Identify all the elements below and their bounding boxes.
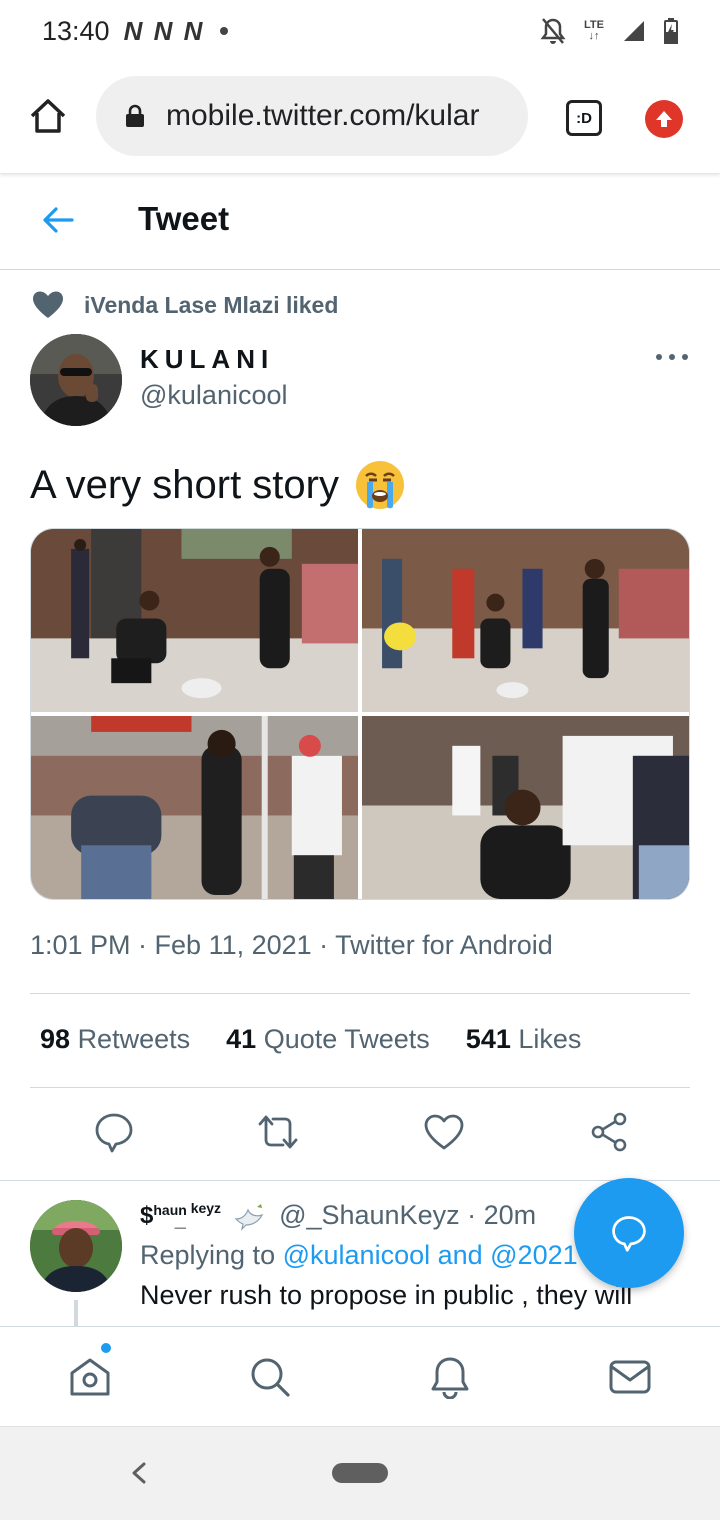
mute-bell-icon (540, 18, 566, 44)
quote-tweets-stat[interactable]: 41 Quote Tweets (226, 1024, 430, 1055)
new-content-dot (101, 1343, 111, 1353)
system-navigation-bar (0, 1426, 720, 1520)
tweet-photo-2[interactable] (362, 529, 689, 712)
share-icon[interactable] (588, 1110, 632, 1154)
retweet-icon[interactable] (256, 1110, 300, 1154)
dove-emoji-icon (234, 1203, 264, 1231)
notifications-nav-icon[interactable] (428, 1355, 472, 1399)
author-avatar[interactable] (30, 334, 122, 426)
replying-to: Replying to @kulanicool and @2021 (140, 1240, 578, 1270)
more-notifications-dot (220, 27, 229, 35)
page-title: Tweet (138, 200, 230, 237)
reply-time: · 20m (467, 1200, 537, 1230)
bottom-navigation (0, 1326, 720, 1426)
notification-indicators: N N N (123, 15, 205, 46)
tweet-actions (30, 1110, 690, 1160)
likes-stat[interactable]: 541 Likes (466, 1024, 582, 1055)
compose-reply-button[interactable] (574, 1178, 684, 1288)
social-context[interactable]: iVenda Lase Mlazi liked (32, 290, 338, 320)
reply-bubble-icon (612, 1216, 646, 1252)
crying-face-emoji-icon (355, 461, 404, 509)
status-bar: 13:40 N N N LTE ↓↑ (0, 0, 720, 62)
back-arrow-icon[interactable] (40, 202, 76, 238)
battery-icon (664, 18, 678, 44)
home-nav-icon[interactable] (68, 1355, 112, 1399)
tweet-photo-4[interactable] (362, 716, 689, 899)
url-text: mobile.twitter.com/kular (166, 99, 480, 132)
tweet-text: A very short story (30, 458, 407, 512)
heart-filled-icon (33, 291, 63, 318)
lock-icon (126, 104, 144, 127)
tab-switcher-button[interactable]: :D (566, 100, 602, 136)
author-name[interactable]: KULANI (140, 344, 274, 375)
system-back-icon[interactable] (128, 1461, 150, 1485)
browser-toolbar: mobile.twitter.com/kular :D (0, 62, 720, 174)
update-button[interactable] (645, 100, 683, 138)
tweet-header: Tweet (0, 174, 720, 270)
divider (30, 993, 690, 994)
retweets-stat[interactable]: 98 Retweets (40, 1024, 190, 1055)
like-icon[interactable] (422, 1110, 466, 1154)
reply-author-avatar[interactable] (30, 1200, 122, 1292)
search-nav-icon[interactable] (248, 1355, 292, 1399)
address-bar[interactable]: mobile.twitter.com/kular (96, 76, 528, 156)
thread-line (74, 1300, 78, 1326)
tweet-photo-3[interactable] (31, 716, 358, 899)
replying-mentions-link[interactable]: @kulanicool and @2021 (283, 1240, 578, 1270)
more-options-icon[interactable] (656, 354, 688, 364)
social-context-text: iVenda Lase Mlazi liked (84, 291, 339, 318)
author-handle[interactable]: @kulanicool (140, 380, 288, 411)
reply-header: $ haun keyz _ @_ShaunKeyz · 20m (140, 1200, 536, 1231)
arrow-up-icon (656, 111, 672, 127)
tweet-photo-1[interactable] (31, 529, 358, 712)
home-icon[interactable] (28, 96, 68, 136)
status-time: 13:40 (42, 15, 110, 46)
reply-author-name[interactable]: $ haun keyz _ (140, 1201, 221, 1230)
messages-nav-icon[interactable] (608, 1355, 652, 1399)
divider (30, 1087, 690, 1088)
system-home-pill[interactable] (332, 1463, 388, 1483)
reply-icon[interactable] (92, 1110, 136, 1154)
reply-author-handle[interactable]: @_ShaunKeyz (279, 1200, 460, 1231)
tweet-timestamp: 1:01 PM · Feb 11, 2021 · Twitter for And… (30, 930, 553, 960)
tweet-media-grid[interactable] (30, 528, 690, 900)
tweet-stats: 98 Retweets 41 Quote Tweets 541 Likes (40, 1024, 581, 1055)
lte-icon: LTE ↓↑ (584, 19, 604, 42)
reply-text: Never rush to propose in public , they w… (140, 1280, 633, 1310)
signal-icon (624, 21, 644, 41)
tweet-text-body: A very short story (30, 462, 339, 507)
